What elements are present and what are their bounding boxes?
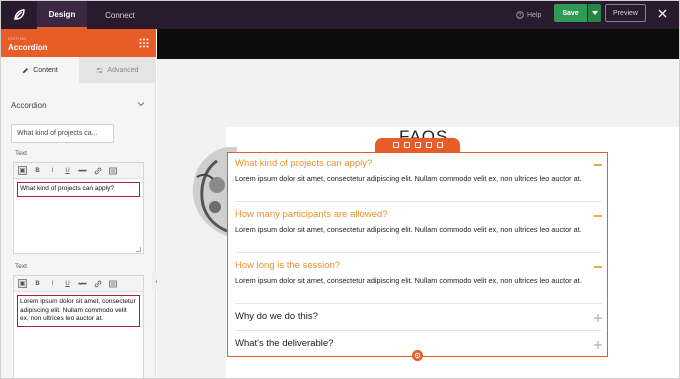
sidebar-tabs: Content Advanced [1, 57, 156, 83]
plus-icon[interactable] [594, 341, 602, 349]
save-group: Save [554, 4, 601, 22]
resize-handle-icon[interactable] [136, 247, 141, 252]
text-field-label: Text [15, 150, 27, 157]
close-icon[interactable] [655, 6, 669, 20]
accordion-item[interactable]: How many participants are allowed? Lorem… [235, 209, 602, 235]
editor-toolbar: ▣ B I U ABC [14, 163, 143, 179]
pencil-icon [23, 67, 29, 73]
svg-text:?: ? [519, 13, 522, 19]
plus-icon[interactable] [594, 314, 602, 322]
editor-text-content[interactable]: Lorem ipsum dolor sit amet, consectetur … [17, 295, 140, 327]
editing-label: EDITING [8, 36, 27, 41]
toolbar-toggle-icon[interactable] [108, 279, 117, 288]
tab-advanced-label: Advanced [107, 66, 139, 74]
save-block-icon[interactable] [414, 142, 421, 148]
strikethrough-button[interactable]: ABC [78, 166, 87, 175]
sliders-icon [96, 67, 103, 73]
section-title: Accordion [11, 101, 47, 110]
bold-button[interactable]: B [33, 166, 42, 175]
link-icon[interactable] [93, 279, 102, 288]
accordion-question[interactable]: How long is the session? [235, 260, 602, 271]
save-button[interactable]: Save [554, 4, 587, 22]
accordion-divider [235, 303, 602, 304]
sidebar-title: Accordion [8, 43, 48, 52]
accordion-question[interactable]: How many participants are allowed? [235, 209, 602, 220]
top-bar: Design Connect ? Help Save Preview [1, 1, 679, 29]
italic-button[interactable]: I [48, 279, 57, 288]
accordion-divider [235, 252, 602, 253]
text-field-label: Text [15, 263, 27, 270]
accordion-answer: Lorem ipsum dolor sit amet, consectetur … [235, 276, 582, 285]
editor-text-content[interactable]: What kind of projects can apply? [17, 182, 140, 197]
move-icon[interactable] [392, 142, 399, 148]
accordion-question[interactable]: Why do we do this? [235, 311, 602, 322]
seedprod-logo-icon[interactable] [1, 1, 37, 29]
add-media-icon[interactable]: ▣ [18, 279, 27, 288]
accordion-item[interactable]: How long is the session? Lorem ipsum dol… [235, 260, 602, 286]
tab-design[interactable]: Design [37, 1, 87, 29]
delete-icon[interactable] [436, 142, 443, 148]
add-media-icon[interactable]: ▣ [18, 166, 27, 175]
accordion-question[interactable]: What kind of projects can apply? [235, 158, 602, 169]
accordion-item[interactable]: What kind of projects can apply? Lorem i… [235, 158, 602, 184]
app-window: Design Connect ? Help Save Preview EDITI… [0, 0, 680, 379]
tab-connect[interactable]: Connect [95, 1, 145, 29]
strikethrough-button[interactable]: ABC [78, 279, 87, 288]
help-link[interactable]: ? Help [516, 1, 541, 29]
help-label: Help [527, 11, 542, 19]
blocks-grid-icon[interactable] [139, 38, 149, 48]
accordion-question[interactable]: What's the deliverable? [235, 338, 602, 349]
accordion-item[interactable]: Why do we do this? [235, 311, 602, 322]
accordion-block[interactable]: What kind of projects can apply? Lorem i… [227, 152, 608, 357]
accordion-answer: Lorem ipsum dolor sit amet, consectetur … [235, 225, 582, 234]
rich-text-editor: ▣ B I U ABC Lorem ipsum dolor sit amet, … [13, 275, 144, 378]
bold-button[interactable]: B [33, 279, 42, 288]
block-toolbar [375, 138, 460, 152]
accordion-divider [235, 201, 602, 202]
minus-icon[interactable] [594, 161, 602, 169]
editor-body[interactable]: Lorem ipsum dolor sit amet, consectetur … [14, 292, 143, 330]
settings-icon[interactable] [403, 142, 410, 148]
page-top-band [157, 29, 679, 59]
accordion-item[interactable]: What's the deliverable? [235, 338, 602, 349]
add-block-icon[interactable] [412, 350, 423, 361]
underline-button[interactable]: U [63, 166, 72, 175]
sidebar-header: EDITING Accordion [1, 29, 156, 57]
tab-content[interactable]: Content [1, 57, 79, 83]
chevron-down-icon[interactable] [137, 100, 145, 108]
canvas: FAQS What kind of projects can apply? Lo… [157, 29, 679, 378]
editor-body[interactable]: What kind of projects can apply? [14, 179, 143, 200]
link-icon[interactable] [93, 166, 102, 175]
minus-icon[interactable] [594, 212, 602, 220]
tab-advanced[interactable]: Advanced [79, 57, 156, 83]
help-icon: ? [516, 11, 524, 19]
accordion-item-title-input[interactable]: What kind of projects ca... [11, 124, 114, 143]
save-options-button[interactable] [588, 4, 601, 22]
toolbar-toggle-icon[interactable] [108, 166, 117, 175]
underline-button[interactable]: U [63, 279, 72, 288]
tab-content-label: Content [33, 66, 58, 74]
preview-button[interactable]: Preview [605, 4, 646, 22]
accordion-answer: Lorem ipsum dolor sit amet, consectetur … [235, 174, 582, 183]
editor-toolbar: ▣ B I U ABC [14, 276, 143, 292]
rich-text-editor: ▣ B I U ABC What kind of projects can ap… [13, 162, 144, 254]
accordion-divider [235, 330, 602, 331]
sidebar: EDITING Accordion Content Advanced Accor… [1, 29, 156, 378]
minus-icon[interactable] [594, 263, 602, 271]
caret-down-icon [591, 11, 598, 15]
duplicate-icon[interactable] [425, 142, 432, 148]
italic-button[interactable]: I [48, 166, 57, 175]
